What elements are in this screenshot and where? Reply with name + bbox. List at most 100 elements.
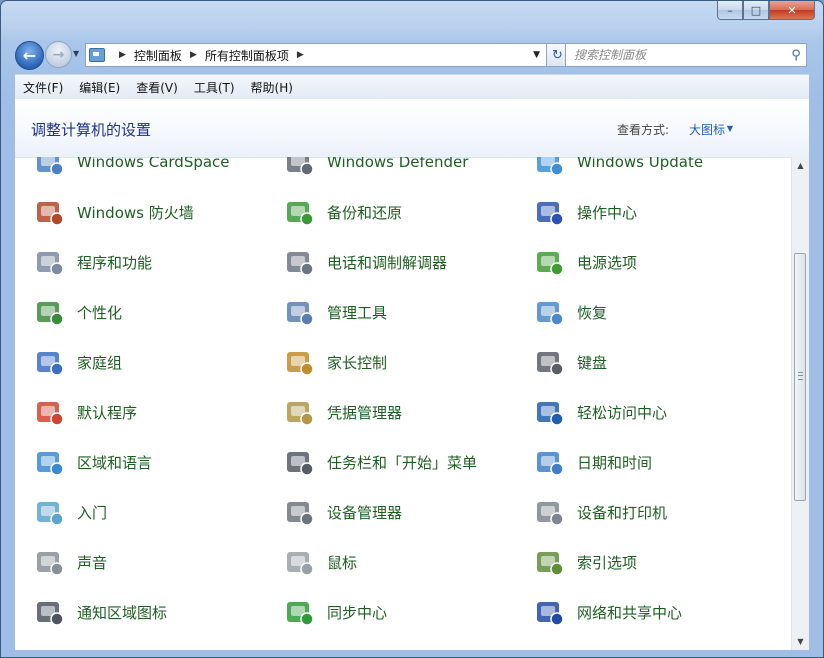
- control-panel-item[interactable]: 声音: [15, 537, 265, 587]
- devices-printers-icon: [533, 496, 565, 528]
- chevron-right-icon[interactable]: ▶: [190, 50, 197, 60]
- control-panel-item[interactable]: 备份和还原: [265, 187, 515, 237]
- control-panel-item[interactable]: 轻松访问中心: [515, 387, 765, 437]
- control-panel-item-label: 网络和共享中心: [577, 603, 683, 622]
- control-panel-item-label: 个性化: [77, 303, 123, 322]
- control-panel-item[interactable]: 默认程序: [15, 387, 265, 437]
- default-programs-icon: [33, 396, 65, 428]
- control-panel-item[interactable]: 设备管理器: [265, 487, 515, 537]
- control-panel-item[interactable]: 索引选项: [515, 537, 765, 587]
- search-box[interactable]: ⚲: [565, 43, 807, 67]
- items-viewport: Windows CardSpace Windows Defender Windows…: [15, 157, 793, 650]
- region-language-icon: [33, 446, 65, 478]
- chevron-right-icon[interactable]: ▶: [297, 50, 304, 60]
- date-time-icon: [533, 446, 565, 478]
- notification-area-icon: [33, 596, 65, 628]
- chevron-right-icon[interactable]: ▶: [119, 50, 126, 60]
- control-panel-item[interactable]: 个性化: [15, 287, 265, 337]
- menu-edit[interactable]: 编辑(E): [71, 79, 128, 96]
- control-panel-item[interactable]: 任务栏和「开始」菜单: [265, 437, 515, 487]
- control-panel-item[interactable]: Windows Defender: [265, 157, 515, 187]
- menu-view[interactable]: 查看(V): [128, 79, 186, 96]
- cardspace-icon: [33, 157, 65, 178]
- recovery-icon: [533, 296, 565, 328]
- address-dropdown-icon[interactable]: ▼: [533, 50, 540, 60]
- control-panel-window: – □ ✕ ← → ▼ ▶ 控制面板 ▶ 所有控制面板项 ▶ ▼ ↻ ⚲ 文件(…: [0, 0, 824, 658]
- control-panel-item[interactable]: 家庭组: [15, 337, 265, 387]
- control-panel-item-label: 默认程序: [77, 403, 138, 422]
- breadcrumb-control-panel[interactable]: 控制面板: [134, 47, 182, 64]
- scroll-thumb[interactable]: [794, 253, 806, 501]
- phone-modem-icon: [283, 246, 315, 278]
- control-panel-item[interactable]: 恢复: [515, 287, 765, 337]
- control-panel-item-label: 任务栏和「开始」菜单: [327, 453, 478, 472]
- sync-center-icon: [283, 596, 315, 628]
- menu-tools[interactable]: 工具(T): [186, 79, 243, 96]
- keyboard-icon: [533, 346, 565, 378]
- content-header: 调整计算机的设置 查看方式: 大图标 ▼: [15, 99, 809, 158]
- control-panel-item-label: 鼠标: [327, 553, 358, 572]
- control-panel-item-label: 家长控制: [327, 353, 388, 372]
- control-panel-item[interactable]: 凭据管理器: [265, 387, 515, 437]
- control-panel-item[interactable]: 电话和调制解调器: [265, 237, 515, 287]
- control-panel-item[interactable]: 入门: [15, 487, 265, 537]
- power-battery-icon: [533, 246, 565, 278]
- search-icon[interactable]: ⚲: [786, 48, 806, 63]
- vertical-scrollbar[interactable]: ▲ ▼: [791, 157, 809, 650]
- content-pane: 调整计算机的设置 查看方式: 大图标 ▼ Windows CardSpace Wi…: [15, 99, 809, 650]
- control-panel-item-label: 恢复: [577, 303, 608, 322]
- view-by-dropdown[interactable]: 大图标: [689, 121, 725, 138]
- scroll-up-button[interactable]: ▲: [792, 157, 809, 174]
- control-panel-item-label: 区域和语言: [77, 453, 153, 472]
- control-panel-item-label: 管理工具: [327, 303, 388, 322]
- control-panel-item-label: 日期和时间: [577, 453, 653, 472]
- control-panel-item[interactable]: 日期和时间: [515, 437, 765, 487]
- control-panel-item-label: 家庭组: [77, 353, 123, 372]
- control-panel-item[interactable]: Windows CardSpace: [15, 157, 265, 187]
- caption-buttons: – □ ✕: [717, 1, 815, 20]
- getting-started-icon: [33, 496, 65, 528]
- control-panel-item-label: 设备和打印机: [577, 503, 668, 522]
- control-panel-item[interactable]: 操作中心: [515, 187, 765, 237]
- control-panel-item[interactable]: 管理工具: [265, 287, 515, 337]
- back-button[interactable]: ←: [15, 41, 44, 70]
- control-panel-item[interactable]: Windows 防火墙: [15, 187, 265, 237]
- control-panel-item-label: 电源选项: [577, 253, 638, 272]
- arrow-right-icon: →: [52, 46, 65, 63]
- control-panel-item[interactable]: 设备和打印机: [515, 487, 765, 537]
- control-panel-item-label: 设备管理器: [327, 503, 403, 522]
- breadcrumb-all-items[interactable]: 所有控制面板项: [205, 47, 289, 64]
- control-panel-item[interactable]: 键盘: [515, 337, 765, 387]
- admin-tools-icon: [283, 296, 315, 328]
- refresh-icon: ↻: [552, 47, 563, 63]
- recent-pages-dropdown[interactable]: ▼: [73, 49, 79, 58]
- control-panel-item[interactable]: 电源选项: [515, 237, 765, 287]
- control-panel-item[interactable]: 网络和共享中心: [515, 587, 765, 637]
- control-panel-item[interactable]: 家长控制: [265, 337, 515, 387]
- control-panel-item[interactable]: 通知区域图标: [15, 587, 265, 637]
- control-panel-item[interactable]: 区域和语言: [15, 437, 265, 487]
- control-panel-item[interactable]: 鼠标: [265, 537, 515, 587]
- sound-speaker-icon: [33, 546, 65, 578]
- maximize-button[interactable]: □: [743, 1, 769, 20]
- navigation-bar: ← → ▼ ▶ 控制面板 ▶ 所有控制面板项 ▶ ▼ ↻ ⚲: [15, 39, 809, 71]
- menu-help[interactable]: 帮助(H): [243, 79, 301, 96]
- control-panel-item-label: 电话和调制解调器: [327, 253, 448, 272]
- minimize-button[interactable]: –: [717, 1, 743, 20]
- search-input[interactable]: [566, 47, 786, 63]
- close-button[interactable]: ✕: [769, 1, 815, 20]
- programs-icon: [33, 246, 65, 278]
- control-panel-item[interactable]: 程序和功能: [15, 237, 265, 287]
- forward-button[interactable]: →: [45, 41, 72, 68]
- control-panel-item-label: Windows CardSpace: [77, 157, 230, 171]
- address-bar[interactable]: ▶ 控制面板 ▶ 所有控制面板项 ▶ ▼: [85, 43, 547, 67]
- scroll-down-button[interactable]: ▼: [792, 633, 809, 650]
- menu-file[interactable]: 文件(F): [15, 79, 71, 96]
- grip-icon: [798, 372, 803, 380]
- control-panel-item[interactable]: Windows Update: [515, 157, 765, 187]
- personalization-icon: [33, 296, 65, 328]
- homegroup-icon: [33, 346, 65, 378]
- control-panel-item[interactable]: 同步中心: [265, 587, 515, 637]
- control-panel-item-label: 程序和功能: [77, 253, 153, 272]
- chevron-down-icon[interactable]: ▼: [727, 124, 733, 133]
